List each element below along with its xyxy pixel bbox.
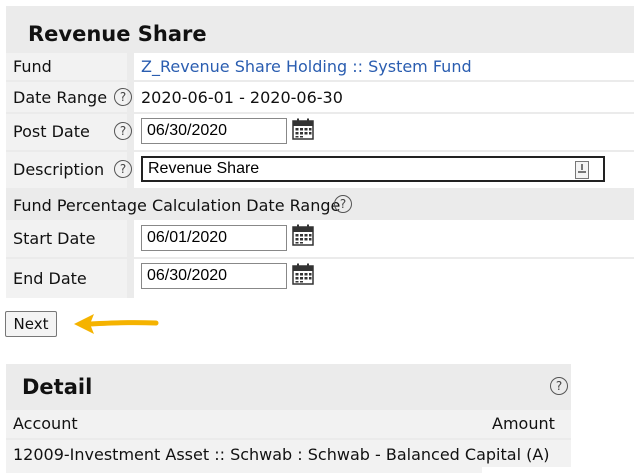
end-date-input[interactable] <box>141 263 287 289</box>
amount-cell-divider <box>482 467 571 473</box>
account-column-header: Account <box>13 414 78 433</box>
fund-percentage-header: Fund Percentage Calculation Date Range <box>13 196 341 215</box>
date-range-value: 2020-06-01 - 2020-06-30 <box>141 88 343 107</box>
next-button[interactable]: Next <box>5 311 57 337</box>
detail-help-icon[interactable]: ? <box>550 377 568 395</box>
fund-link[interactable]: Z_Revenue Share Holding :: System Fund <box>141 57 472 76</box>
description-row: Description ? <box>6 152 634 188</box>
description-label: Description <box>13 160 105 179</box>
date-range-help-icon[interactable]: ? <box>114 88 132 106</box>
calendar-icon[interactable] <box>292 118 314 140</box>
calendar-icon[interactable] <box>292 263 314 285</box>
detail-header-row: Account Amount <box>6 410 571 438</box>
calendar-icon[interactable] <box>292 224 314 246</box>
date-range-row: Date Range ? 2020-06-01 - 2020-06-30 <box>6 82 634 112</box>
post-date-help-icon[interactable]: ? <box>114 122 132 140</box>
start-date-label: Start Date <box>13 229 96 248</box>
date-range-label: Date Range <box>13 88 108 107</box>
fund-percentage-header-row: Fund Percentage Calculation Date Range ? <box>6 190 634 220</box>
fund-percentage-help-icon[interactable]: ? <box>334 195 352 213</box>
end-date-label: End Date <box>13 269 87 288</box>
annotation-arrow-icon <box>74 314 159 334</box>
detail-panel: Detail ? Account Amount 12009-Investment… <box>6 364 571 473</box>
description-help-icon[interactable]: ? <box>114 160 132 178</box>
account-cell: 12009-Investment Asset :: Schwab : Schwa… <box>13 445 550 464</box>
description-input[interactable] <box>141 156 605 182</box>
fund-label: Fund <box>13 57 52 76</box>
end-date-row: End Date <box>6 259 634 298</box>
table-row: 12009-Investment Asset :: Schwab : Schwa… <box>6 440 571 473</box>
detail-title: Detail <box>22 375 93 399</box>
post-date-row: Post Date ? <box>6 114 634 150</box>
start-date-row: Start Date <box>6 220 634 257</box>
start-date-input[interactable] <box>141 225 287 251</box>
fund-row: Fund Z_Revenue Share Holding :: System F… <box>6 53 634 80</box>
post-date-label: Post Date <box>13 122 90 141</box>
post-date-input[interactable] <box>141 118 287 144</box>
panel-title: Revenue Share <box>28 22 207 46</box>
amount-column-header: Amount <box>492 414 555 433</box>
form-field-icon[interactable] <box>575 161 589 179</box>
